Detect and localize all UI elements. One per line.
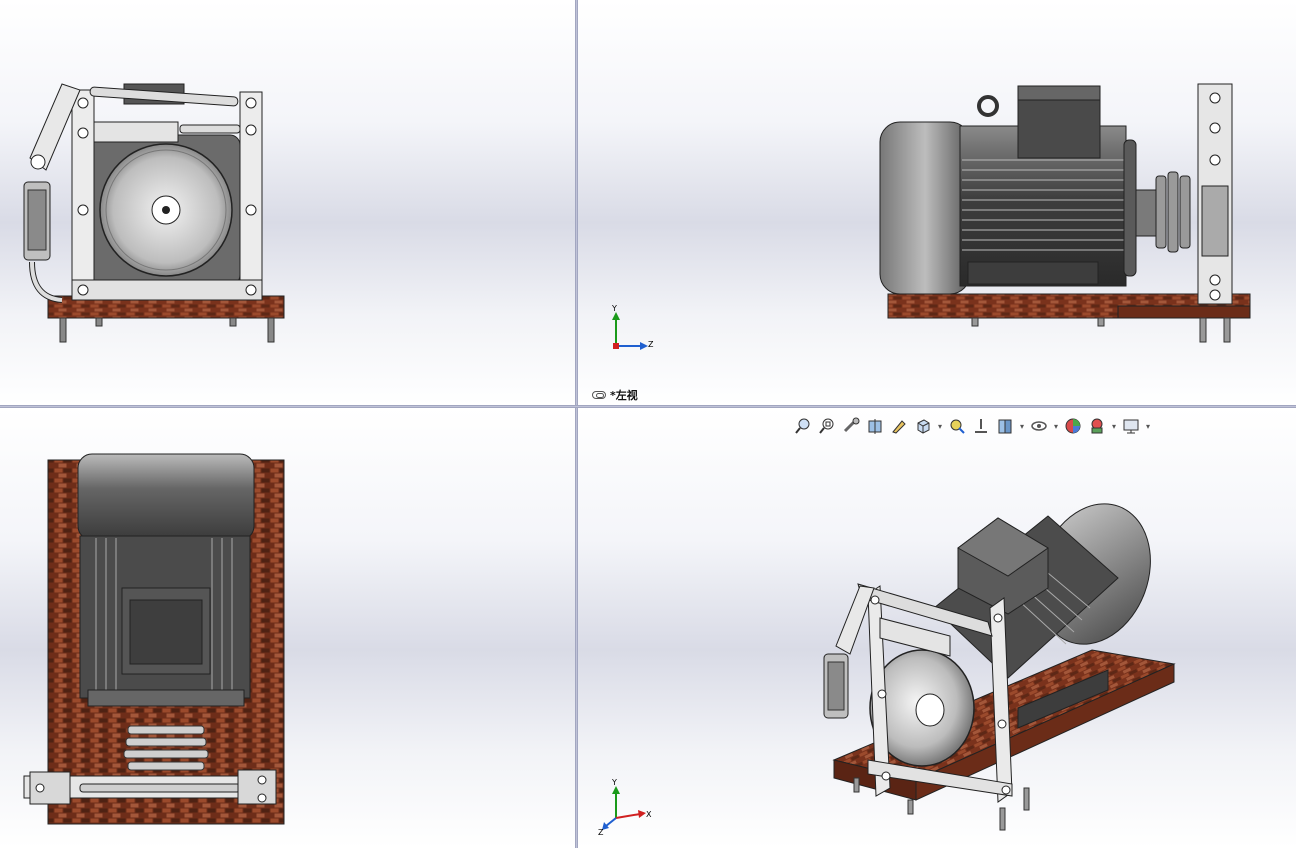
front-view-model: [23, 83, 285, 343]
axis-triad: Y Z: [606, 304, 666, 356]
axis-x-label: X: [646, 810, 652, 819]
axis-triad-iso: Y X Z: [598, 778, 668, 838]
view-name-text: *左视: [610, 389, 638, 402]
axis-y-label: Y: [612, 778, 617, 787]
left-view-model: [879, 83, 1251, 343]
axis-z-label: Z: [648, 340, 654, 349]
front-view[interactable]: [0, 0, 575, 405]
top-view-model: [23, 453, 285, 825]
axis-y-label: Y: [612, 304, 617, 313]
left-view[interactable]: Y Z *左视: [578, 0, 1296, 405]
top-view[interactable]: [0, 408, 575, 848]
isometric-view[interactable]: ▾ ▾ ▾ ▾ ▾ Y X Z: [578, 408, 1296, 848]
axis-z-label: Z: [598, 828, 604, 837]
viewport-splitter-horizontal[interactable]: [0, 405, 1296, 408]
viewport-splitter-vertical[interactable]: [575, 0, 578, 848]
isometric-view-model: [823, 503, 1176, 831]
link-icon: [592, 391, 606, 399]
view-name-label: *左视: [592, 387, 638, 403]
